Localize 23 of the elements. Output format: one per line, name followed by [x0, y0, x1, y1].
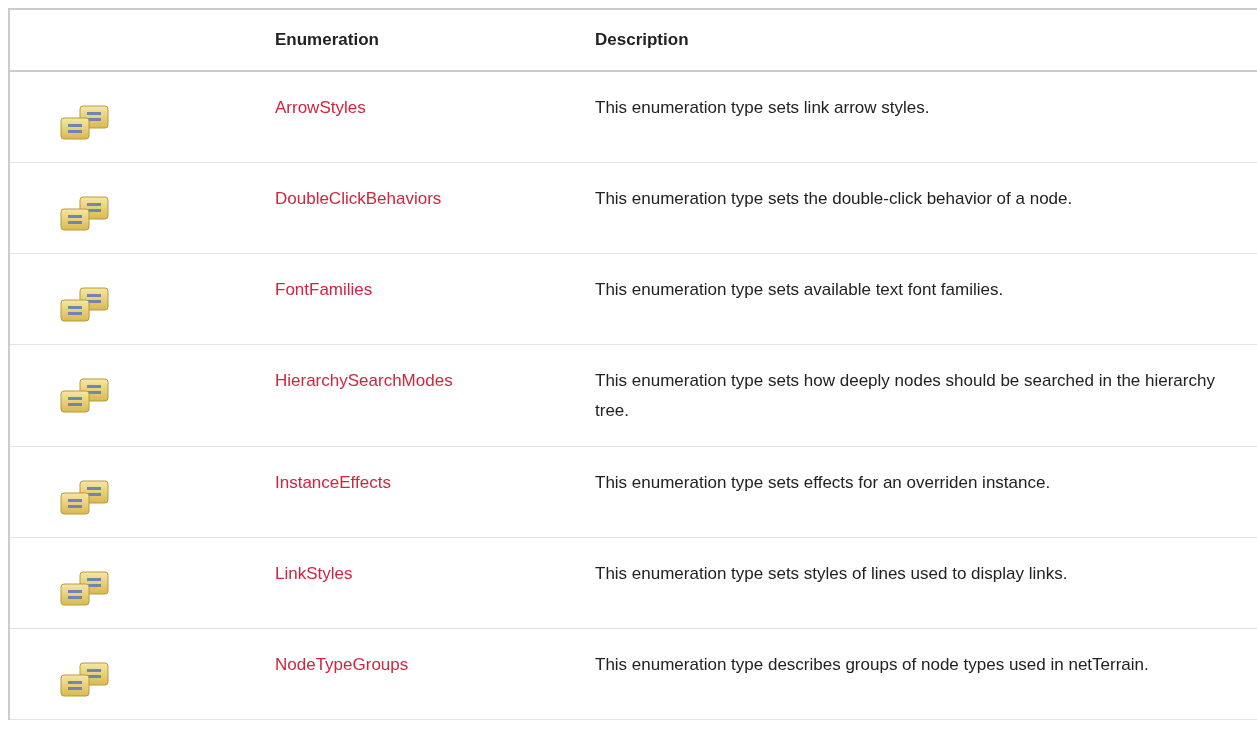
description-text: This enumeration type sets link arrow styles. — [595, 98, 930, 117]
enumeration-icon — [60, 285, 110, 322]
enumeration-icon — [60, 376, 110, 413]
enumeration-icon — [60, 660, 110, 697]
enumeration-icon — [60, 104, 110, 140]
enumeration-link[interactable]: NodeTypeGroups — [275, 654, 409, 674]
description-text: This enumeration type sets how deeply nodes should be searched in the hierarchy tree. — [595, 370, 1215, 420]
enumeration-link[interactable]: FontFamilies — [275, 279, 373, 299]
enumeration-link[interactable]: HierarchySearchModes — [275, 370, 453, 390]
description-text: This enumeration type sets effects for an overriden instance. — [595, 472, 1051, 492]
description-text: This enumeration type sets available text font families. — [595, 279, 1004, 299]
column-header: Description — [575, 9, 1257, 71]
description-text: This enumeration type describes groups of node types used in netTerrain. — [595, 654, 1149, 674]
enumeration-link[interactable]: LinkStyles — [275, 563, 353, 583]
enumeration-link[interactable]: DoubleClickBehaviors — [275, 188, 442, 208]
column-header: Enumeration — [255, 9, 575, 71]
enumeration-icon — [60, 478, 110, 515]
description-text: This enumeration type sets the double-click behavior of a node. — [595, 188, 1073, 208]
enumeration-link[interactable]: ArrowStyles — [275, 98, 366, 117]
enumeration-icon — [60, 569, 110, 606]
description-text: This enumeration type sets styles of lines used to display links. — [595, 563, 1068, 583]
enumeration-link[interactable]: InstanceEffects — [275, 472, 391, 492]
enumeration-icon — [60, 194, 110, 231]
